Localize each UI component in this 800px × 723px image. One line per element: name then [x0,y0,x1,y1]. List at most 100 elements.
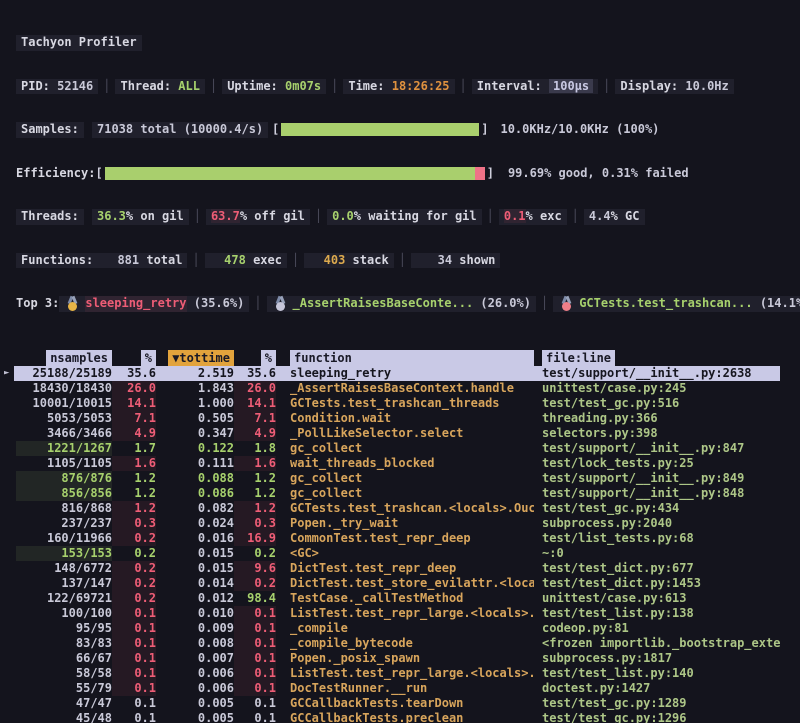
function-stat: 881 total [98,253,187,269]
table-row[interactable]: 47/470.10.0050.1GCCallbackTests.tearDown… [0,696,800,711]
column-header-nsamples[interactable]: nsamples [16,350,112,366]
thread-stat-unit: % off gil [240,209,305,223]
table-row[interactable]: 122/697210.20.01298.4TestCase._callTestM… [0,591,800,606]
function-stat: 403 stack [304,253,393,269]
table-row[interactable]: 83/830.10.0080.1_compile_bytecode<frozen… [0,636,800,651]
top3-line: Top 3: sleeping_retry (35.6%) │ _AssertRai… [0,296,800,312]
table-row[interactable]: 856/8561.20.0861.2gc_collecttest/support… [0,486,800,501]
function-stat-unit: shown [452,253,495,267]
top3-entry[interactable]: sleeping_retry (35.6%) [59,296,249,312]
table-row[interactable]: 45/480.10.0050.1GCCallbackTests.preclean… [0,711,800,723]
top3-separator: │ [254,296,261,312]
top3-entry[interactable]: _AssertRaisesBaseConte... (26.0%) [267,296,536,312]
table-row[interactable]: 148/67720.20.0159.6DictTest.test_repr_de… [0,561,800,576]
table-row[interactable]: 1105/11051.60.1111.6wait_threads_blocked… [0,456,800,471]
functions-label: Functions: [16,253,98,269]
table-row[interactable]: 18430/1843026.01.84326.0_AssertRaisesBas… [0,381,800,396]
cell-fl: threading.py:366 [534,411,782,426]
column-header-tottime-sorted[interactable]: ▼tottime [156,350,234,366]
cell-fl: unittest/case.py:245 [534,381,782,396]
table-row[interactable]: 3466/34664.90.3474.9_PollLikeSelector.se… [0,426,800,441]
column-header-function[interactable]: function [276,350,534,366]
cell-tt: 0.016 [156,531,234,546]
table-row[interactable]: 876/8761.20.0881.2gc_collecttest/support… [0,471,800,486]
status-display-value: 10.0Hz [685,79,728,93]
status-pid-label: PID: [21,79,57,93]
table-row[interactable]: 5053/50537.10.5057.1Condition.waitthread… [0,411,800,426]
cell-ns: 816/868 [16,501,112,516]
cell-fl: test/list_tests.py:68 [534,531,782,546]
cell-p2: 9.6 [234,561,276,576]
table-row[interactable]: 237/2370.30.0240.3Popen._try_waitsubproc… [0,516,800,531]
table-row[interactable]: 100/1000.10.0100.1ListTest.test_repr_lar… [0,606,800,621]
cell-ns: 148/6772 [16,561,112,576]
function-stat-separator: │ [399,253,406,267]
status-thread-label: Thread: [120,79,178,93]
cell-p2: 1.2 [234,471,276,486]
cell-ns: 25188/25189 [16,366,112,381]
table-row[interactable]: 95/950.10.0090.1_compilecodeop.py:81 [0,621,800,636]
top3-function-name: GCTests.test_trashcan... [579,296,752,312]
efficiency-bar-good [105,167,485,180]
cell-p2: 0.1 [234,711,276,723]
table-row[interactable]: 10001/1001514.11.00014.1GCTests.test_tra… [0,396,800,411]
cell-ns: 3466/3466 [16,426,112,441]
cell-p1: 1.7 [112,441,156,456]
profiler-screen: Tachyon Profiler PID: 52146 │ Thread: ALL │… [0,0,800,723]
top3-label: Top 3: [16,296,59,312]
samples-rate: 10.0KHz/10.0KHz (100%) [500,122,659,138]
cell-tt: 0.006 [156,681,234,696]
thread-stat-value: 4.4 [589,209,611,223]
efficiency-line: Efficiency:[] 99.69% good, 0.31% failed [0,166,800,182]
cell-p2: 1.2 [234,486,276,501]
cell-tt: 2.519 [156,366,234,381]
cell-fn: Popen._try_wait [276,516,534,531]
thread-stat-value: 36.3 [97,209,126,223]
cell-p1: 1.6 [112,456,156,471]
status-thread: Thread: ALL [115,79,204,95]
column-header-pct2[interactable]: % [234,350,276,366]
function-stat-value: 881 [103,253,139,267]
status-separator: │ [210,79,217,95]
title-line: Tachyon Profiler [0,35,800,51]
column-header-pct1[interactable]: % [112,350,156,366]
top3-entry[interactable]: GCTests.test_trashcan... (14.1%) [553,296,800,312]
cell-p1: 0.1 [112,651,156,666]
cell-fl: test/test_dict.py:1453 [534,576,782,591]
table-row-selected[interactable]: ►25188/2518935.62.51935.6sleeping_retryt… [0,366,800,381]
status-pid-value: 52146 [57,79,93,93]
cell-p2: 0.1 [234,681,276,696]
thread-stat-separator: │ [572,209,579,223]
cell-p2: 26.0 [234,381,276,396]
cell-fl: test/test_list.py:140 [534,666,782,681]
cell-ns: 1221/1267 [16,441,112,456]
status-time-label: Time: [348,79,391,93]
function-stat-unit: stack [345,253,388,267]
top3-percentage: (35.6%) [187,296,245,312]
thread-stat: 0.0% waiting for gil [327,209,482,225]
table-row[interactable]: 55/790.10.0060.1DocTestRunner.__rundocte… [0,681,800,696]
top3-percentage: (14.1%) [753,296,800,312]
cell-p2: 0.1 [234,651,276,666]
gold-medal-icon [66,296,79,311]
table-header: nsamples % ▼tottime % function file:line [0,350,800,366]
cell-tt: 1.000 [156,396,234,411]
table-row[interactable]: 1221/12671.70.1221.8gc_collecttest/suppo… [0,441,800,456]
table-row[interactable]: 58/580.10.0060.1ListTest.test_repr_large… [0,666,800,681]
status-pid: PID: 52146 [16,79,98,95]
table-row[interactable]: 137/1470.20.0140.2DictTest.test_store_ev… [0,576,800,591]
thread-stat-unit: % GC [611,209,640,223]
table-row[interactable]: 816/8681.20.0821.2GCTests.test_trashcan.… [0,501,800,516]
table-row[interactable]: 160/119660.20.01616.9CommonTest.test_rep… [0,531,800,546]
cell-tt: 0.005 [156,696,234,711]
column-header-fileline[interactable]: file:line [534,350,782,366]
cell-p2: 1.6 [234,456,276,471]
table-row[interactable]: 66/670.10.0070.1Popen._posix_spawnsubpro… [0,651,800,666]
cell-p2: 0.2 [234,546,276,561]
cell-p1: 14.1 [112,396,156,411]
cell-p1: 0.2 [112,576,156,591]
status-uptime-label: Uptime: [227,79,285,93]
cell-p1: 0.2 [112,546,156,561]
cell-tt: 0.014 [156,576,234,591]
table-row[interactable]: 153/1530.20.0150.2<GC>~:0 [0,546,800,561]
